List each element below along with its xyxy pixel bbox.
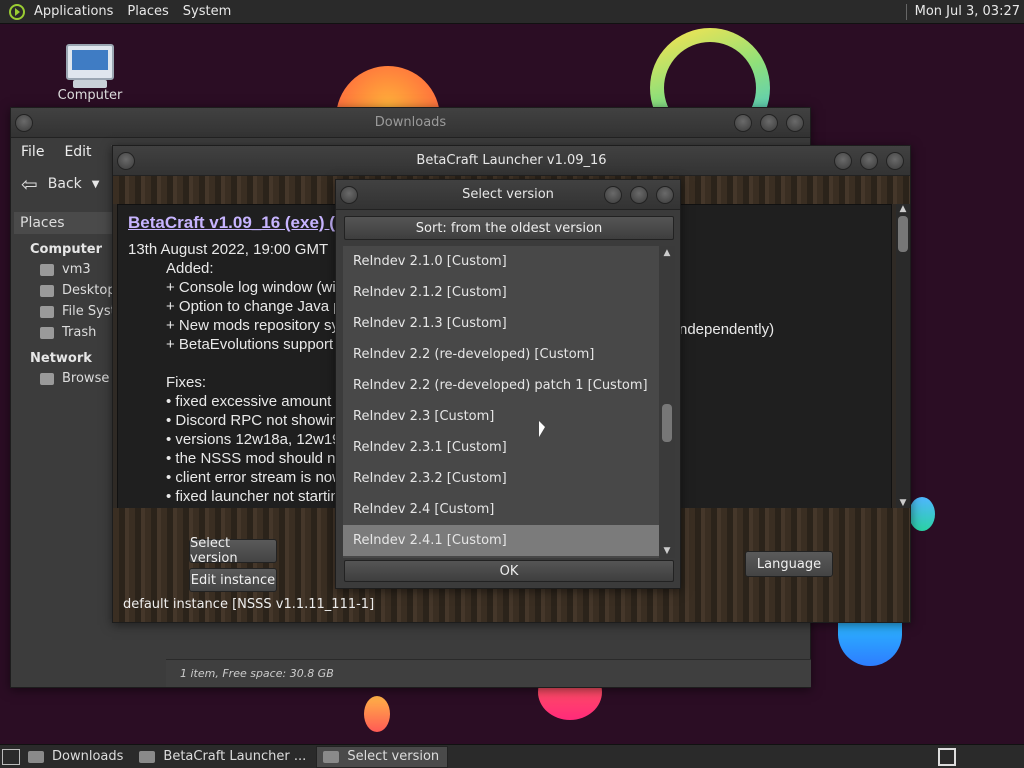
instance-label: default instance [NSSS v1.1.11_111-1] [123, 597, 375, 612]
home-folder-icon [40, 263, 54, 276]
version-item[interactable]: ReIndev 2.2 (re-developed) patch 1 [Cust… [343, 370, 659, 401]
version-item[interactable]: ReIndev 2.3.1 [Custom] [343, 432, 659, 463]
distro-logo-icon[interactable] [6, 3, 28, 21]
menu-file[interactable]: File [21, 144, 44, 160]
trash-icon [40, 326, 54, 339]
edit-instance-button[interactable]: Edit instance [189, 568, 277, 592]
network-icon [40, 372, 54, 385]
maximize-button[interactable] [760, 114, 778, 132]
java-app-icon [139, 750, 156, 763]
menu-places[interactable]: Places [127, 4, 168, 19]
drive-icon [40, 305, 54, 318]
ok-button[interactable]: OK [344, 560, 674, 582]
wallpaper-small-blob [364, 696, 390, 732]
version-item[interactable]: ReIndev 2.1.3 [Custom] [343, 308, 659, 339]
version-item[interactable]: ReIndev 2.1.0 [Custom] [343, 246, 659, 277]
close-button[interactable] [886, 152, 904, 170]
desktop-icon-label: Computer [57, 88, 123, 103]
clock[interactable]: Mon Jul 3, 03:27 [915, 4, 1020, 19]
close-button[interactable] [786, 114, 804, 132]
task-downloads[interactable]: Downloads [22, 746, 131, 768]
window-menu-button[interactable] [117, 152, 135, 170]
window-menu-button[interactable] [340, 186, 358, 204]
downloads-statusbar: 1 item, Free space: 30.8 GB [166, 659, 811, 687]
minimize-button[interactable] [834, 152, 852, 170]
version-list: ReIndev 2.1.0 [Custom] ReIndev 2.1.2 [Cu… [343, 246, 659, 558]
scroll-down-icon[interactable]: ▼ [659, 544, 675, 558]
news-scroll-thumb[interactable] [898, 216, 908, 252]
mouse-cursor-icon [539, 421, 545, 437]
menu-applications[interactable]: Applications [34, 4, 113, 19]
back-button[interactable]: Back [48, 176, 82, 192]
window-menu-button[interactable] [15, 114, 33, 132]
select-version-title: Select version [462, 187, 554, 202]
betacraft-title: BetaCraft Launcher v1.09_16 [416, 153, 607, 168]
select-version-button[interactable]: Select version [189, 536, 277, 566]
folder-icon [28, 750, 44, 763]
menu-edit[interactable]: Edit [64, 144, 91, 160]
chevron-down-icon[interactable]: ▼ [92, 179, 100, 190]
task-select-version[interactable]: Select version [316, 745, 449, 768]
version-item[interactable]: ReIndev 2.4 [Custom] [343, 494, 659, 525]
news-added-line-overflow: ndependently) [679, 321, 775, 338]
version-item[interactable]: ReIndev 2.3.2 [Custom] [343, 463, 659, 494]
taskbar: Downloads BetaCraft Launcher ... Select … [0, 744, 1024, 768]
wallpaper-blue-blob [909, 497, 935, 531]
version-item[interactable]: ReIndev 2.2 (re-developed) [Custom] [343, 339, 659, 370]
version-scroll-thumb[interactable] [662, 404, 672, 442]
sort-button[interactable]: Sort: from the oldest version [344, 216, 674, 240]
scroll-up-icon[interactable]: ▲ [896, 204, 910, 216]
version-item[interactable]: ReIndev 2.1.2 [Custom] [343, 277, 659, 308]
close-button[interactable] [656, 186, 674, 204]
maximize-button[interactable] [860, 152, 878, 170]
desktop-icon-computer[interactable]: Computer [56, 44, 124, 103]
back-arrow-icon[interactable]: ⇦ [21, 172, 38, 196]
panel-separator [905, 3, 907, 20]
top-panel: Applications Places System Mon Jul 3, 03… [0, 0, 1024, 24]
news-scrollbar[interactable]: ▲ ▼ [896, 204, 910, 510]
maximize-button[interactable] [630, 186, 648, 204]
downloads-title: Downloads [374, 115, 447, 130]
version-item[interactable]: ReIndev 2.3 [Custom] [343, 401, 659, 432]
minimize-button[interactable] [604, 186, 622, 204]
minimize-button[interactable] [734, 114, 752, 132]
betacraft-titlebar[interactable]: BetaCraft Launcher v1.09_16 [113, 146, 910, 176]
language-button[interactable]: Language [745, 551, 833, 577]
menu-system[interactable]: System [183, 4, 231, 19]
task-betacraft[interactable]: BetaCraft Launcher ... [133, 746, 314, 768]
show-desktop-icon[interactable] [2, 748, 20, 765]
java-app-icon [323, 750, 340, 763]
select-version-titlebar[interactable]: Select version [336, 180, 680, 210]
desktop-folder-icon [40, 284, 54, 297]
computer-icon [66, 44, 114, 80]
workspace-switcher-icon[interactable] [938, 747, 956, 766]
select-version-dialog: Select version Sort: from the oldest ver… [335, 179, 681, 589]
version-item-selected[interactable]: ReIndev 2.4.1 [Custom] [343, 525, 659, 556]
version-scrollbar[interactable]: ▲ ▼ [659, 246, 675, 558]
downloads-titlebar[interactable]: Downloads [11, 108, 810, 138]
scroll-up-icon[interactable]: ▲ [659, 246, 675, 260]
